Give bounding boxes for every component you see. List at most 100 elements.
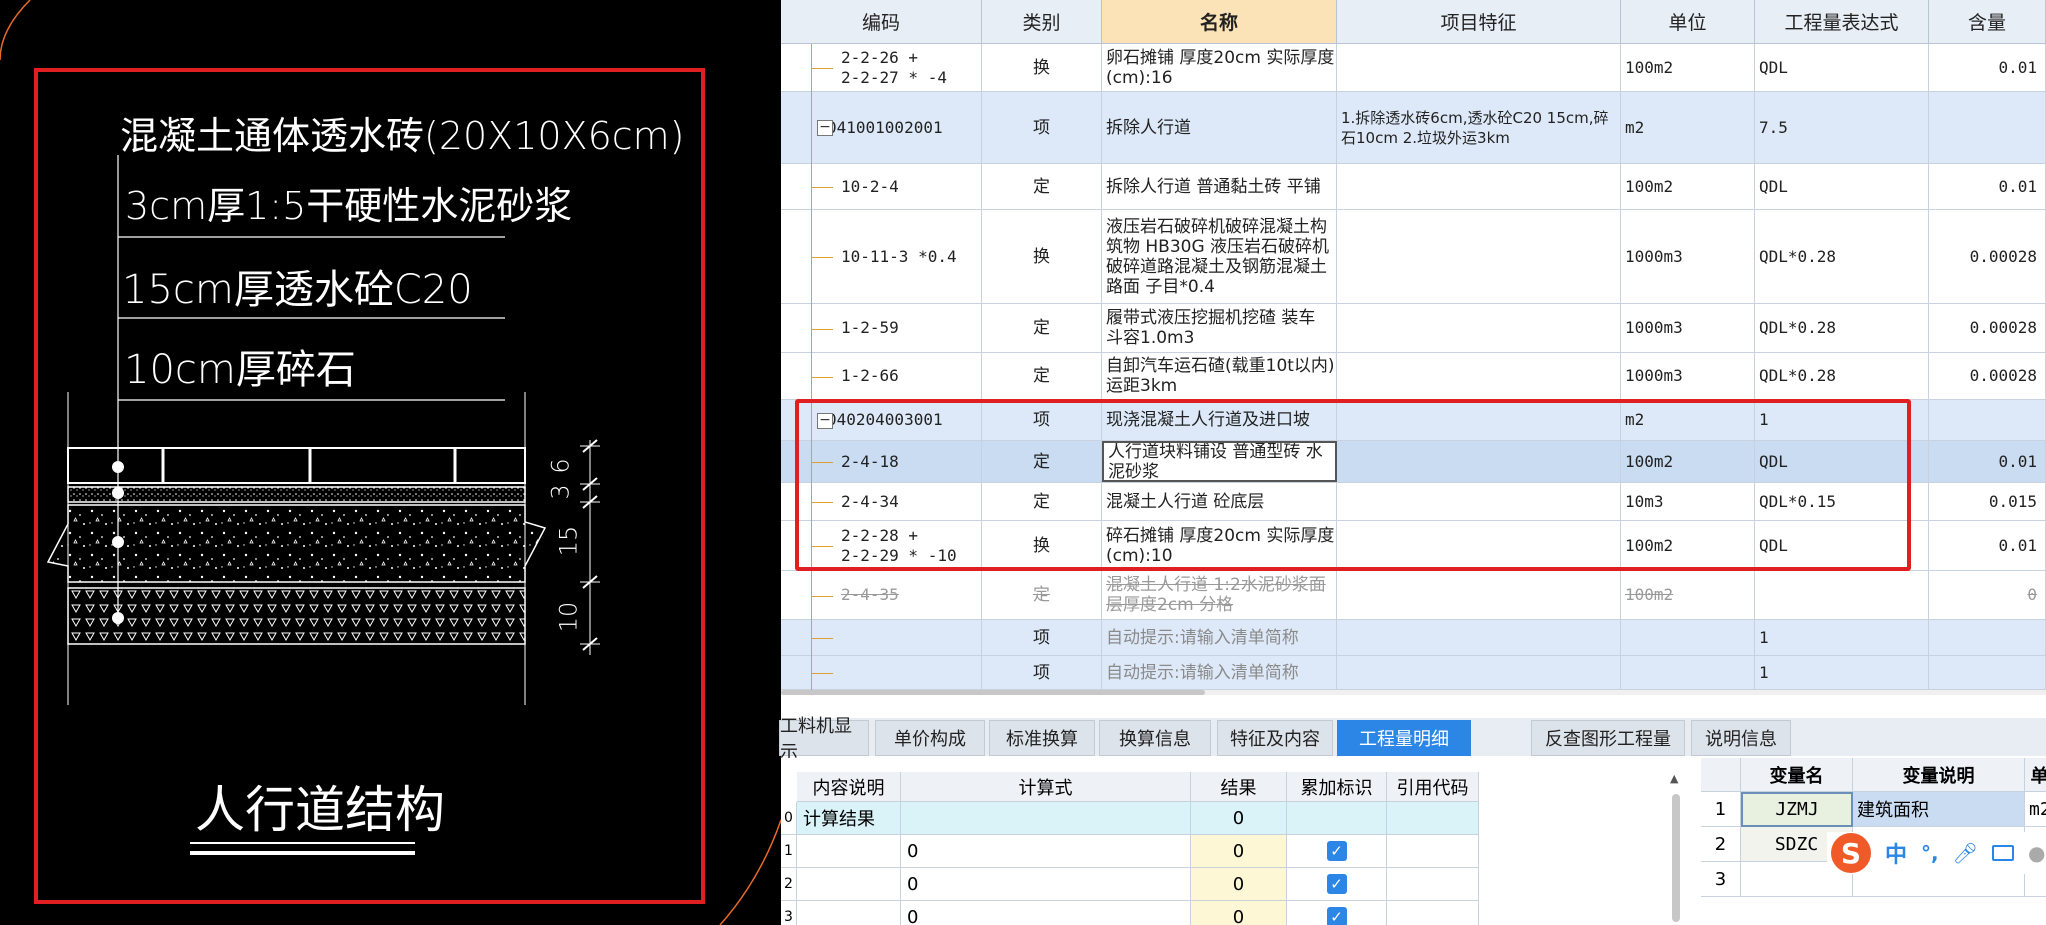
var-header-index[interactable] <box>1701 758 1741 792</box>
cell-feature[interactable] <box>1337 164 1621 209</box>
detail-cell-desc[interactable] <box>797 901 901 925</box>
detail-cell-result[interactable]: 0 <box>1191 868 1287 901</box>
detail-cell-accum[interactable]: ✓ <box>1287 901 1387 925</box>
cell-type[interactable]: 项 <box>982 620 1102 655</box>
header-type[interactable]: 类别 <box>982 0 1102 44</box>
cell-expr[interactable]: QDL*0.28 <box>1755 304 1929 352</box>
grid-row[interactable]: 2-2-26 +2-2-27 * -4 换卵石摊铺 厚度20cm 实际厚度(cm)… <box>781 44 2046 92</box>
cell-expr[interactable]: QDL*0.28 <box>1755 353 1929 399</box>
grid-row[interactable]: 项自动提示:请输入清单简称 1 <box>781 620 2046 656</box>
cell-qty[interactable] <box>1929 92 2046 163</box>
cell-unit[interactable]: 1000m3 <box>1621 210 1755 303</box>
cell-name[interactable]: 卵石摊铺 厚度20cm 实际厚度(cm):16 <box>1102 44 1337 91</box>
detail-header-ref[interactable]: 引用代码 <box>1387 772 1479 802</box>
grid-row[interactable]: 2-4-35 定混凝土人行道 1:2水泥砂浆面层厚度2cm 分格 100m2 0 <box>781 571 2046 620</box>
cell-qty[interactable] <box>1929 656 2046 689</box>
cell-qty[interactable]: 0.01 <box>1929 44 2046 91</box>
header-code[interactable]: 编码 <box>781 0 982 44</box>
cell-name[interactable]: 混凝土人行道 1:2水泥砂浆面层厚度2cm 分格 <box>1102 571 1337 619</box>
cell-type[interactable]: 定 <box>982 353 1102 399</box>
tab-0[interactable]: 工料机显示 <box>779 716 869 763</box>
bill-grid[interactable]: 编码 类别 名称 项目特征 单位 工程量表达式 含量 2-2-26 +2-2-2… <box>781 0 2046 695</box>
cell-type[interactable]: 换 <box>982 44 1102 91</box>
detail-header-desc[interactable]: 内容说明 <box>797 772 901 802</box>
grid-row[interactable]: 10-11-3 *0.4 换液压岩石破碎机破碎混凝土构筑物 HB30G 液压岩石破… <box>781 210 2046 304</box>
header-qty[interactable]: 含量 <box>1929 0 2046 44</box>
cell-name[interactable]: 拆除人行道 普通黏土砖 平铺 <box>1102 164 1337 209</box>
cell-qty[interactable] <box>1929 400 2046 440</box>
grid-row[interactable]: 项自动提示:请输入清单简称 1 <box>781 656 2046 690</box>
detail-cell-result[interactable]: 0 <box>1191 802 1287 835</box>
cell-feature[interactable]: 1.拆除透水砖6cm,透水砼C20 15cm,碎石10cm 2.垃圾外运3km <box>1337 92 1621 163</box>
detail-header-accum[interactable]: 累加标识 <box>1287 772 1387 802</box>
var-cell-unit[interactable]: m2 <box>2025 792 2046 827</box>
header-feature[interactable]: 项目特征 <box>1337 0 1621 44</box>
cell-qty[interactable]: 0 <box>1929 571 2046 619</box>
tab-5[interactable]: 工程量明细 <box>1337 720 1471 756</box>
cell-name[interactable]: 拆除人行道 <box>1102 92 1337 163</box>
grid-hscroll-track[interactable] <box>781 690 2046 695</box>
cell-feature[interactable] <box>1337 571 1621 619</box>
cad-drawing-panel[interactable]: 混凝土通体透水砖(20X10X6cm) 3cm厚1:5干硬性水泥砂浆 15cm厚… <box>0 0 781 925</box>
tab-2[interactable]: 标准换算 <box>989 720 1095 756</box>
cell-expr[interactable]: QDL*0.28 <box>1755 210 1929 303</box>
detail-header-formula[interactable]: 计算式 <box>901 772 1191 802</box>
ime-toolbar[interactable]: S 中 °, 🎤︎ ● <box>1827 832 2046 874</box>
checkbox-checked-icon[interactable]: ✓ <box>1326 874 1347 894</box>
user-icon[interactable]: ● <box>2028 841 2045 865</box>
cell-expr[interactable] <box>1755 571 1929 619</box>
tab-1[interactable]: 单价构成 <box>875 720 985 756</box>
var-cell-name[interactable]: JZMJ <box>1741 792 1853 827</box>
cell-qty[interactable]: 0.01 <box>1929 521 2046 570</box>
detail-cell-result[interactable]: 0 <box>1191 901 1287 925</box>
detail-cell-desc[interactable]: 计算结果 <box>797 802 901 835</box>
cell-type[interactable]: 定 <box>982 571 1102 619</box>
cell-expr[interactable]: 7.5 <box>1755 92 1929 163</box>
cell-type[interactable]: 项 <box>982 92 1102 163</box>
cell-feature[interactable] <box>1337 304 1621 352</box>
cell-feature[interactable] <box>1337 656 1621 689</box>
cell-unit[interactable] <box>1621 656 1755 689</box>
detail-cell-formula[interactable]: 0 <box>901 835 1191 868</box>
grid-row[interactable]: 10-2-4 定拆除人行道 普通黏土砖 平铺 100m2 QDL 0.01 <box>781 164 2046 210</box>
detail-cell-ref[interactable] <box>1387 835 1479 868</box>
cell-qty[interactable]: 0.01 <box>1929 441 2046 482</box>
cell-expr[interactable]: 1 <box>1755 620 1929 655</box>
tab-6[interactable]: 反查图形工程量 <box>1531 720 1685 756</box>
var-cell-desc[interactable]: 建筑面积 <box>1853 792 2025 827</box>
cell-qty[interactable] <box>1929 620 2046 655</box>
checkbox-checked-icon[interactable]: ✓ <box>1326 907 1347 925</box>
detail-cell-ref[interactable] <box>1387 868 1479 901</box>
header-unit[interactable]: 单位 <box>1621 0 1755 44</box>
cell-unit[interactable]: 100m2 <box>1621 44 1755 91</box>
cell-qty[interactable]: 0.01 <box>1929 164 2046 209</box>
detail-vscroll[interactable]: ▲ <box>1665 772 1685 925</box>
grid-row[interactable]: 041001002001− 项拆除人行道 1.拆除透水砖6cm,透水砼C20 15c… <box>781 92 2046 164</box>
detail-cell-formula[interactable] <box>901 802 1191 835</box>
collapse-toggle-icon[interactable]: − <box>817 120 833 136</box>
microphone-icon[interactable]: 🎤︎ <box>1953 841 1978 865</box>
cell-qty[interactable]: 0.015 <box>1929 483 2046 520</box>
cell-expr[interactable]: 1 <box>1755 656 1929 689</box>
cell-name[interactable]: 自动提示:请输入清单简称 <box>1102 656 1337 689</box>
var-header-unit[interactable]: 单 <box>2025 758 2046 792</box>
detail-cell-accum[interactable] <box>1287 802 1387 835</box>
cell-name[interactable]: 自卸汽车运石碴(载重10t以内) 运距3km <box>1102 353 1337 399</box>
keyboard-icon[interactable] <box>1992 845 2015 861</box>
cell-qty[interactable]: 0.00028 <box>1929 353 2046 399</box>
tab-3[interactable]: 换算信息 <box>1099 720 1211 756</box>
detail-cell-desc[interactable] <box>797 835 901 868</box>
ime-lang-toggle[interactable]: 中 <box>1885 837 1907 869</box>
detail-cell-accum[interactable]: ✓ <box>1287 835 1387 868</box>
detail-cell-ref[interactable] <box>1387 901 1479 925</box>
cell-unit[interactable]: m2 <box>1621 92 1755 163</box>
cell-qty[interactable]: 0.00028 <box>1929 210 2046 303</box>
cell-feature[interactable] <box>1337 44 1621 91</box>
cell-expr[interactable]: QDL <box>1755 164 1929 209</box>
cell-type[interactable]: 换 <box>982 210 1102 303</box>
detail-cell-ref[interactable] <box>1387 802 1479 835</box>
cell-feature[interactable] <box>1337 620 1621 655</box>
cell-unit[interactable]: 100m2 <box>1621 571 1755 619</box>
detail-cell-result[interactable]: 0 <box>1191 835 1287 868</box>
detail-cell-formula[interactable]: 0 <box>901 901 1191 925</box>
